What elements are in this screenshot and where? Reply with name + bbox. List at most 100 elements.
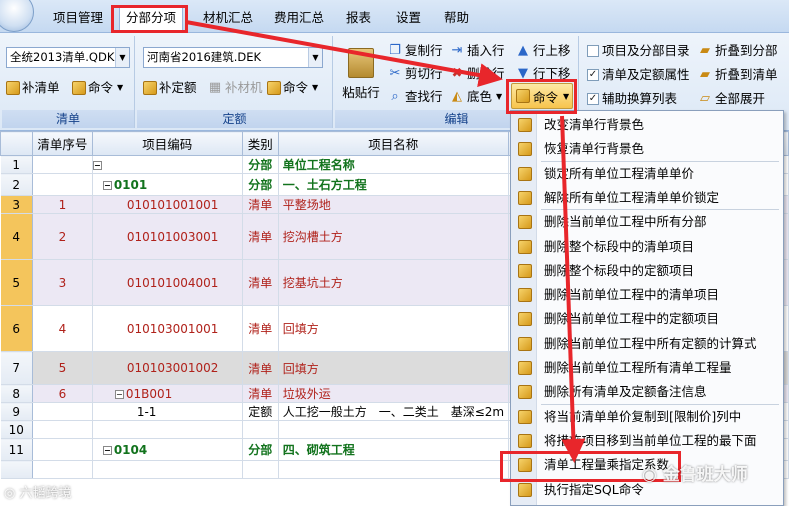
dropdown-item-4[interactable]: 解除所有单位工程清单单价锁定 — [511, 186, 783, 209]
cell-name[interactable] — [278, 420, 509, 439]
cell-name[interactable]: 平整场地 — [278, 195, 509, 214]
menu-item-settings[interactable]: 设置 — [390, 7, 427, 31]
cell-seq[interactable] — [32, 420, 93, 439]
cell-code[interactable]: −0101 — [92, 173, 243, 196]
cell-type[interactable]: 定额 — [242, 402, 279, 421]
dropdown-item-11[interactable]: 删除当前单位工程所有清单工程量 — [511, 356, 783, 379]
dropdown-item-5[interactable]: 删除当前单位工程中所有分部 — [511, 210, 783, 233]
cell-code[interactable]: 010101004001 — [92, 259, 243, 306]
expand-all-button[interactable]: ▱ 全部展开 — [697, 88, 765, 110]
row-number[interactable]: 6 — [0, 305, 33, 352]
cell-name[interactable]: 挖基坑土方 — [278, 259, 509, 306]
cell-type[interactable]: 清单 — [242, 259, 279, 306]
delete-row-button[interactable]: ✖ 删除行 — [449, 63, 505, 85]
row-number[interactable]: 3 — [0, 195, 33, 214]
move-row-down-button[interactable]: ▼ 行下移 — [515, 63, 571, 85]
edit-command-button[interactable]: 命令 ▼ — [511, 83, 573, 109]
cell-seq[interactable]: 5 — [32, 351, 93, 385]
cell-type[interactable]: 清单 — [242, 195, 279, 214]
insert-row-button[interactable]: ⇥ 插入行 — [449, 40, 505, 62]
row-number[interactable]: 8 — [0, 384, 33, 403]
cell-seq[interactable]: 3 — [32, 259, 93, 306]
cell-type[interactable]: 清单 — [242, 305, 279, 352]
header-name[interactable]: 项目名称 — [277, 131, 509, 156]
row-number[interactable]: 7 — [0, 351, 33, 385]
header-corner[interactable] — [0, 131, 33, 156]
dropdown-item-7[interactable]: 删除整个标段中的定额项目 — [511, 259, 783, 282]
cell-name[interactable]: 一、土石方工程 — [278, 173, 509, 196]
dropdown-item-3[interactable]: 锁定所有单位工程清单单价 — [511, 162, 783, 185]
cell-name[interactable]: 挖沟槽土方 — [278, 213, 509, 260]
cell-code[interactable]: 1-1 — [92, 402, 243, 421]
add-quota-button[interactable]: 补定额 — [143, 77, 197, 99]
cell-type[interactable] — [242, 460, 279, 479]
cell-code[interactable]: 010101003001 — [92, 213, 243, 260]
row-number[interactable]: 10 — [0, 420, 33, 439]
cell-code[interactable] — [92, 460, 243, 479]
cell-name[interactable]: 回填方 — [278, 305, 509, 352]
cell-name[interactable]: 单位工程名称 — [278, 155, 509, 174]
background-color-button[interactable]: ◭ 底色 ▼ — [449, 86, 502, 108]
cell-seq[interactable] — [32, 460, 93, 479]
cell-code[interactable] — [92, 420, 243, 439]
paste-row-button[interactable]: 粘贴行 — [341, 46, 381, 106]
cell-name[interactable]: 垃圾外运 — [278, 384, 509, 403]
collapse-toggle-icon[interactable]: − — [102, 445, 112, 455]
row-number[interactable]: 2 — [0, 173, 33, 196]
cut-row-button[interactable]: ✂ 剪切行 — [387, 63, 443, 85]
cell-code[interactable]: −01B001 — [92, 384, 243, 403]
menu-item-materials[interactable]: 材机汇总 — [197, 7, 259, 31]
dropdown-item-12[interactable]: 删除所有清单及定额备注信息 — [511, 380, 783, 403]
cell-seq[interactable]: 4 — [32, 305, 93, 352]
collapse-toggle-icon[interactable]: − — [102, 180, 112, 190]
dropdown-item-6[interactable]: 删除整个标段中的清单项目 — [511, 235, 783, 258]
cell-name[interactable]: 人工挖一般土方 一、二类土 基深≤2m — [278, 402, 509, 421]
header-type[interactable]: 类别 — [241, 131, 279, 156]
menu-item-project[interactable]: 项目管理 — [47, 7, 109, 31]
cell-seq[interactable]: 2 — [32, 213, 93, 260]
cell-type[interactable]: 分部 — [242, 155, 279, 174]
row-number[interactable]: 1 — [0, 155, 33, 174]
cell-code[interactable]: 010103001002 — [92, 351, 243, 385]
cell-type[interactable] — [242, 420, 279, 439]
dropdown-item-14[interactable]: 将措施项目移到当前单位工程的最下面 — [511, 429, 783, 452]
auxiliary-conversion-checkbox[interactable]: ✓ 辅助换算列表 — [587, 89, 677, 109]
dropdown-item-2[interactable]: 恢复清单行背景色 — [511, 137, 783, 160]
menu-item-help[interactable]: 帮助 — [438, 7, 475, 31]
row-number[interactable]: 4 — [0, 213, 33, 260]
cell-code[interactable]: 010103001001 — [92, 305, 243, 352]
bill-quota-attributes-checkbox[interactable]: ✓ 清单及定额属性 — [587, 65, 690, 85]
collapse-toggle-icon[interactable]: − — [114, 389, 124, 399]
quota-command-button[interactable]: 命令 ▼ — [267, 77, 318, 99]
add-material-button[interactable]: ▦ 补材机 — [207, 77, 263, 99]
dropdown-item-9[interactable]: 删除当前单位工程中的定额项目 — [511, 307, 783, 330]
bill-command-button[interactable]: 命令 ▼ — [72, 77, 123, 99]
cell-seq[interactable]: 1 — [32, 195, 93, 214]
bill-library-select[interactable]: 全统2013清单.QDK ▼ — [6, 47, 130, 68]
dropdown-item-1[interactable]: 改变清单行背景色 — [511, 113, 783, 136]
cell-seq[interactable] — [32, 402, 93, 421]
cell-name[interactable]: 回填方 — [278, 351, 509, 385]
cell-type[interactable]: 清单 — [242, 351, 279, 385]
menu-item-reports[interactable]: 报表 — [340, 7, 377, 31]
cell-seq[interactable]: 6 — [32, 384, 93, 403]
copy-row-button[interactable]: ❐ 复制行 — [387, 40, 442, 62]
cell-code[interactable]: −0104 — [92, 438, 243, 461]
move-row-up-button[interactable]: ▲ 行上移 — [515, 40, 571, 62]
header-seq[interactable]: 清单序号 — [31, 131, 93, 156]
row-number[interactable]: 9 — [0, 402, 33, 421]
header-code[interactable]: 项目编码 — [91, 131, 243, 156]
cell-code[interactable]: − — [92, 155, 243, 174]
find-row-button[interactable]: ⌕ 查找行 — [387, 86, 442, 108]
cell-type[interactable]: 分部 — [242, 438, 279, 461]
menu-item-costs[interactable]: 费用汇总 — [268, 7, 330, 31]
row-number[interactable] — [0, 460, 33, 479]
cell-name[interactable]: 四、砌筑工程 — [278, 438, 509, 461]
collapse-toggle-icon[interactable]: − — [92, 160, 102, 170]
dropdown-item-13[interactable]: 将当前清单单价复制到[限制价]列中 — [511, 405, 783, 428]
dropdown-item-10[interactable]: 删除当前单位工程中所有定额的计算式 — [511, 332, 783, 355]
project-directory-checkbox[interactable]: 项目及分部目录 — [587, 41, 690, 61]
collapse-to-bill-button[interactable]: ▰ 折叠到清单 — [697, 64, 778, 86]
cell-type[interactable]: 清单 — [242, 213, 279, 260]
cell-name[interactable] — [278, 460, 509, 479]
